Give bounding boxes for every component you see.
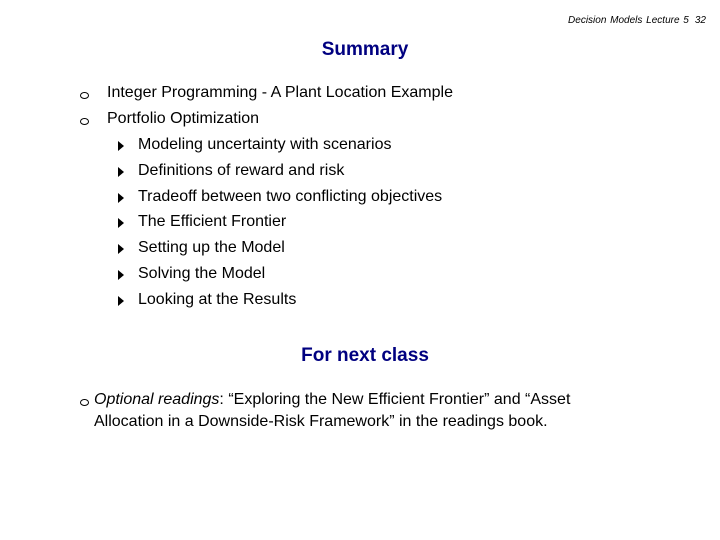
optional-readings-item: Optional readings: “Exploring the New Ef… [94, 389, 694, 433]
hollow-circle-bullet-icon [80, 92, 89, 99]
sub-list-item-label: Modeling uncertainty with scenarios [138, 136, 392, 153]
sub-list-item-label: Looking at the Results [138, 291, 297, 308]
optional-readings-label: Optional readings [94, 391, 220, 408]
hollow-circle-bullet-icon [80, 118, 89, 125]
list-item-label: Integer Programming - A Plant Location E… [107, 84, 453, 101]
summary-title: Summary [321, 39, 409, 60]
triangle-bullet-icon [118, 167, 124, 177]
slide-header: Decision Models Lecture 5 32 [568, 15, 706, 26]
hollow-circle-bullet-icon [80, 399, 89, 406]
reading-line-2: Allocation in a Downside-Risk Framework”… [94, 413, 548, 430]
triangle-bullet-icon [118, 270, 124, 280]
sub-list-item-label: Tradeoff between two conflicting objecti… [138, 188, 443, 205]
sub-list-item-label: Definitions of reward and risk [138, 162, 345, 179]
triangle-bullet-icon [118, 141, 124, 151]
page-number: 32 [694, 15, 706, 26]
reading-line-1: : “Exploring the New Efficient Frontier”… [219, 391, 571, 408]
triangle-bullet-icon [118, 218, 124, 228]
sub-list-item-label: The Efficient Frontier [138, 213, 287, 230]
sub-list-item-label: Setting up the Model [138, 239, 285, 256]
sub-list-item-label: Solving the Model [138, 265, 266, 282]
triangle-bullet-icon [118, 244, 124, 254]
triangle-bullet-icon [118, 296, 124, 306]
course-label: Decision Models Lecture 5 [568, 15, 689, 26]
list-item-label: Portfolio Optimization [107, 110, 260, 127]
triangle-bullet-icon [118, 193, 124, 203]
next-class-title: For next class [301, 345, 429, 366]
